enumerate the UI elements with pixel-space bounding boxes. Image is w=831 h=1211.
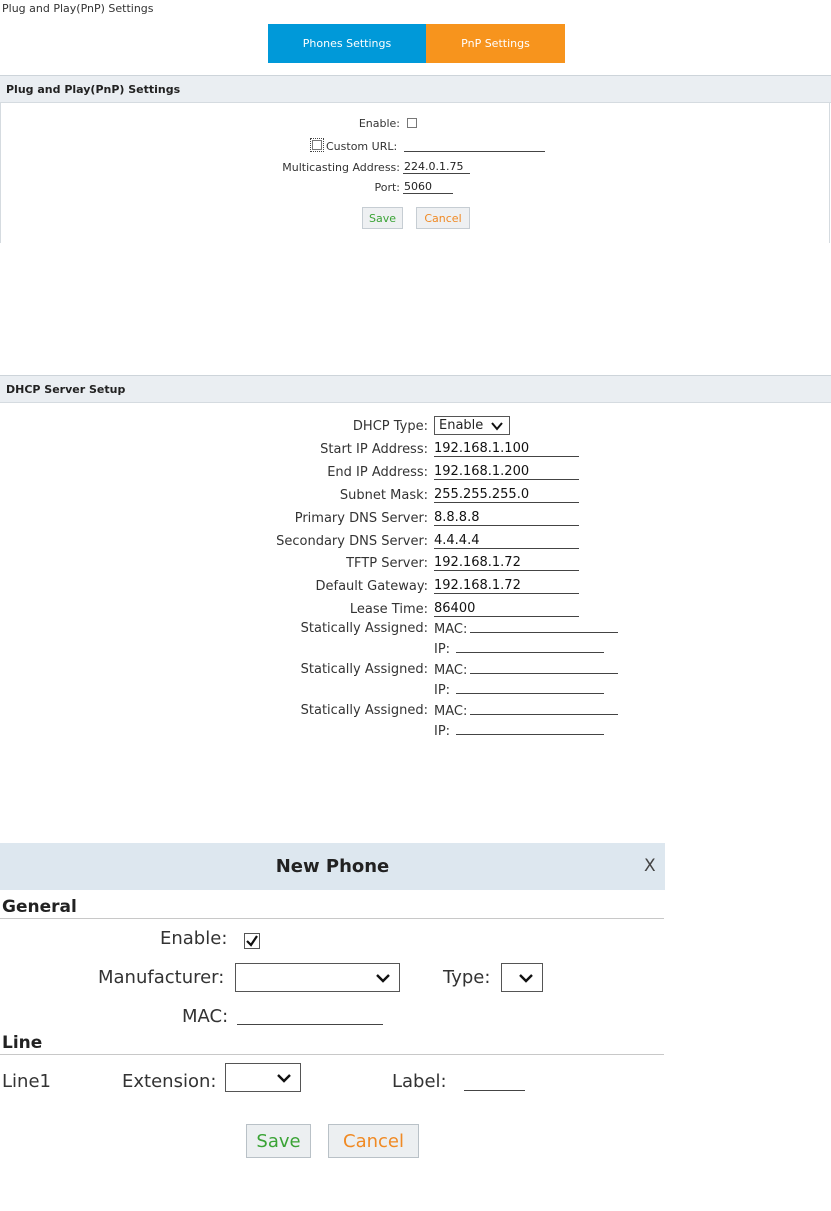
type-select[interactable] <box>501 963 543 992</box>
tab-phones-settings[interactable]: Phones Settings <box>268 24 426 63</box>
custom-url-input[interactable] <box>404 138 545 152</box>
mac-input[interactable] <box>237 1009 383 1025</box>
pnp-enable-checkbox[interactable] <box>407 118 417 128</box>
port-label: Port: <box>374 181 400 194</box>
primary-dns-input[interactable]: 8.8.8.8 <box>434 510 579 526</box>
general-section-title: General <box>2 897 77 917</box>
dialog-save-button[interactable]: Save <box>246 1124 311 1158</box>
extension-select[interactable] <box>225 1063 301 1092</box>
subnet-mask-input[interactable]: 255.255.255.0 <box>434 487 579 503</box>
static-assigned-label: Statically Assigned: <box>300 621 428 636</box>
pnp-save-button[interactable]: Save <box>362 207 403 229</box>
tab-pnp-settings[interactable]: PnP Settings <box>426 24 565 63</box>
tftp-server-input[interactable]: 192.168.1.72 <box>434 555 579 571</box>
static-ip-input[interactable] <box>456 681 604 694</box>
default-gateway-input[interactable]: 192.168.1.72 <box>434 578 579 594</box>
dhcp-type-select[interactable]: Enable <box>434 416 510 435</box>
page-title: Plug and Play(PnP) Settings <box>2 2 154 15</box>
phone-enable-label: Enable: <box>160 928 228 949</box>
custom-url-checkbox[interactable] <box>310 138 324 152</box>
tftp-server-label: TFTP Server: <box>346 556 428 571</box>
pnp-enable-label: Enable: <box>358 117 400 130</box>
extension-label: Extension: <box>122 1071 217 1092</box>
static-mac-input[interactable] <box>470 661 618 674</box>
general-divider <box>0 918 664 919</box>
manufacturer-select[interactable] <box>235 963 400 992</box>
primary-dns-label: Primary DNS Server: <box>294 511 428 526</box>
line-divider <box>0 1054 664 1055</box>
static-ip-label: IP: <box>434 642 451 657</box>
line1-label: Line1 <box>2 1071 51 1092</box>
label-input[interactable] <box>464 1075 525 1091</box>
checkmark-icon <box>246 935 258 947</box>
line-section-title: Line <box>2 1033 43 1053</box>
default-gateway-label: Default Gateway: <box>315 579 429 594</box>
static-mac-label: MAC: <box>434 704 468 719</box>
static-ip-input[interactable] <box>456 640 604 653</box>
dialog-cancel-button[interactable]: Cancel <box>328 1124 419 1158</box>
end-ip-input[interactable]: 192.168.1.200 <box>434 464 579 480</box>
static-ip-input[interactable] <box>456 722 604 735</box>
static-mac-input[interactable] <box>470 702 618 715</box>
manufacturer-label: Manufacturer: <box>98 967 225 988</box>
lease-time-label: Lease Time: <box>349 602 428 617</box>
multicast-address-label: Multicasting Address: <box>282 161 400 174</box>
dhcp-section-header: DHCP Server Setup <box>0 375 831 403</box>
mac-label: MAC: <box>182 1006 229 1027</box>
label-label: Label: <box>392 1071 447 1092</box>
dialog-title: New Phone <box>0 843 665 890</box>
static-assigned-label: Statically Assigned: <box>300 662 428 677</box>
chevron-down-icon <box>491 421 503 431</box>
port-input[interactable]: 5060 <box>403 180 453 194</box>
chevron-down-icon <box>376 973 390 983</box>
phone-enable-checkbox[interactable] <box>244 933 260 949</box>
dhcp-type-value: Enable <box>439 418 484 433</box>
static-ip-label: IP: <box>434 683 451 698</box>
static-mac-label: MAC: <box>434 663 468 678</box>
lease-time-input[interactable]: 86400 <box>434 601 579 617</box>
subnet-mask-label: Subnet Mask: <box>339 488 428 503</box>
static-mac-label: MAC: <box>434 622 468 637</box>
static-mac-input[interactable] <box>470 620 618 633</box>
dhcp-type-label: DHCP Type: <box>352 419 428 434</box>
end-ip-label: End IP Address: <box>327 465 428 480</box>
static-assigned-label: Statically Assigned: <box>300 703 428 718</box>
pnp-cancel-button[interactable]: Cancel <box>416 207 470 229</box>
secondary-dns-label: Secondary DNS Server: <box>276 534 428 549</box>
secondary-dns-input[interactable]: 4.4.4.4 <box>434 533 579 549</box>
chevron-down-icon <box>277 1073 291 1083</box>
multicast-address-input[interactable]: 224.0.1.75 <box>403 160 470 174</box>
chevron-down-icon <box>519 973 533 983</box>
custom-url-label: Custom URL: <box>326 140 398 153</box>
static-ip-label: IP: <box>434 724 451 739</box>
start-ip-label: Start IP Address: <box>320 442 428 457</box>
start-ip-input[interactable]: 192.168.1.100 <box>434 441 579 457</box>
type-label: Type: <box>443 967 491 988</box>
pnp-section-header: Plug and Play(PnP) Settings <box>0 75 831 103</box>
dialog-close-button[interactable]: X <box>644 856 656 876</box>
